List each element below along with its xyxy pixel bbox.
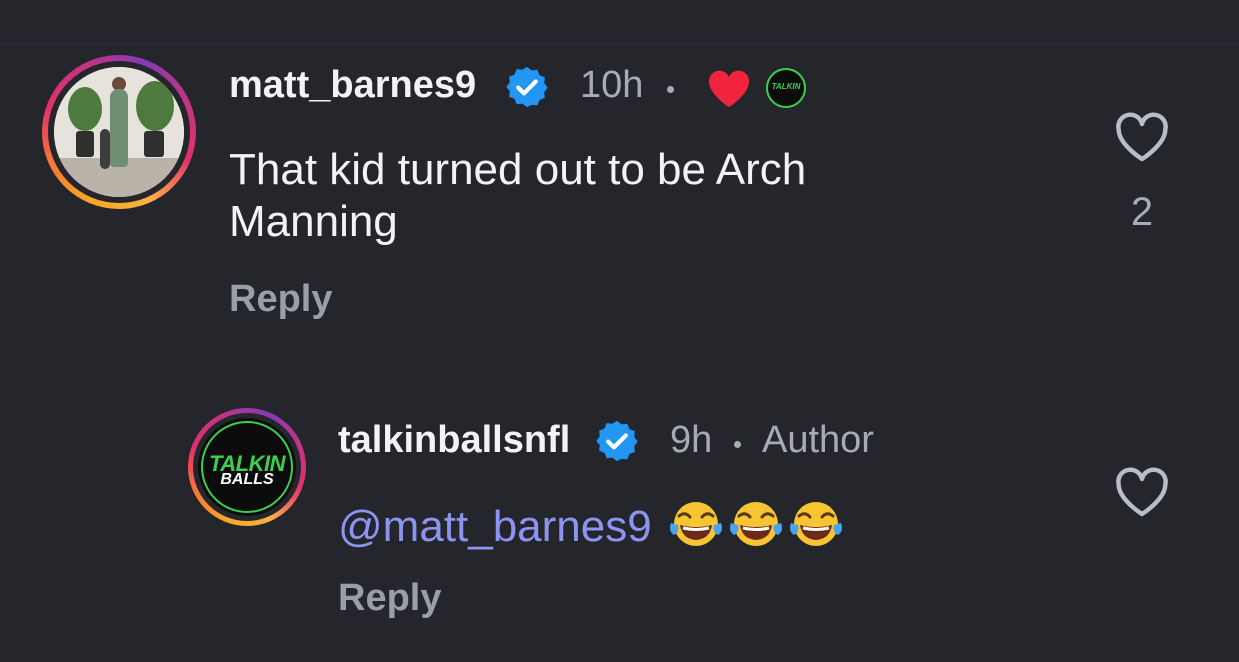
- avatar-photo: [54, 67, 184, 197]
- user-mention[interactable]: @matt_barnes9: [338, 502, 652, 551]
- heart-outline-icon[interactable]: [1114, 112, 1170, 164]
- heart-outline-icon[interactable]: [1114, 467, 1170, 519]
- red-heart-icon: [708, 70, 750, 108]
- comment-text: @matt_barnes9: [338, 499, 1078, 553]
- author-badge: Author: [762, 419, 874, 461]
- comment-text: That kid turned out to be Arch Manning: [229, 145, 807, 246]
- talkin-balls-logo: TALKIN BALLS: [198, 418, 296, 516]
- reply-button[interactable]: Reply: [229, 278, 332, 321]
- reply-button[interactable]: Reply: [338, 577, 441, 620]
- laughing-emoji-icon: [729, 502, 782, 546]
- mini-logo-text: TALKIN: [771, 82, 801, 91]
- reply-comment: TALKIN BALLS talkinballsnfl 9h Author @m…: [0, 405, 1239, 655]
- like-count: 2: [1130, 190, 1154, 234]
- verified-badge-icon: [506, 66, 548, 108]
- top-divider: [0, 44, 1239, 45]
- avatar[interactable]: TALKIN BALLS: [188, 408, 306, 526]
- laughing-emoji-icon: [789, 502, 842, 546]
- separator-dot: [734, 441, 741, 448]
- author-liked-avatar: TALKIN: [766, 68, 806, 108]
- laughing-emoji-icon: [669, 502, 722, 546]
- verified-badge-icon: [596, 420, 638, 462]
- timestamp: 9h: [670, 419, 713, 461]
- separator-dot: [667, 86, 674, 93]
- timestamp: 10h: [580, 64, 644, 106]
- avatar[interactable]: [42, 55, 196, 209]
- username[interactable]: talkinballsnfl: [338, 419, 570, 462]
- username[interactable]: matt_barnes9: [229, 64, 476, 107]
- comment: matt_barnes9 10h TALKIN That kid turned …: [0, 52, 1239, 342]
